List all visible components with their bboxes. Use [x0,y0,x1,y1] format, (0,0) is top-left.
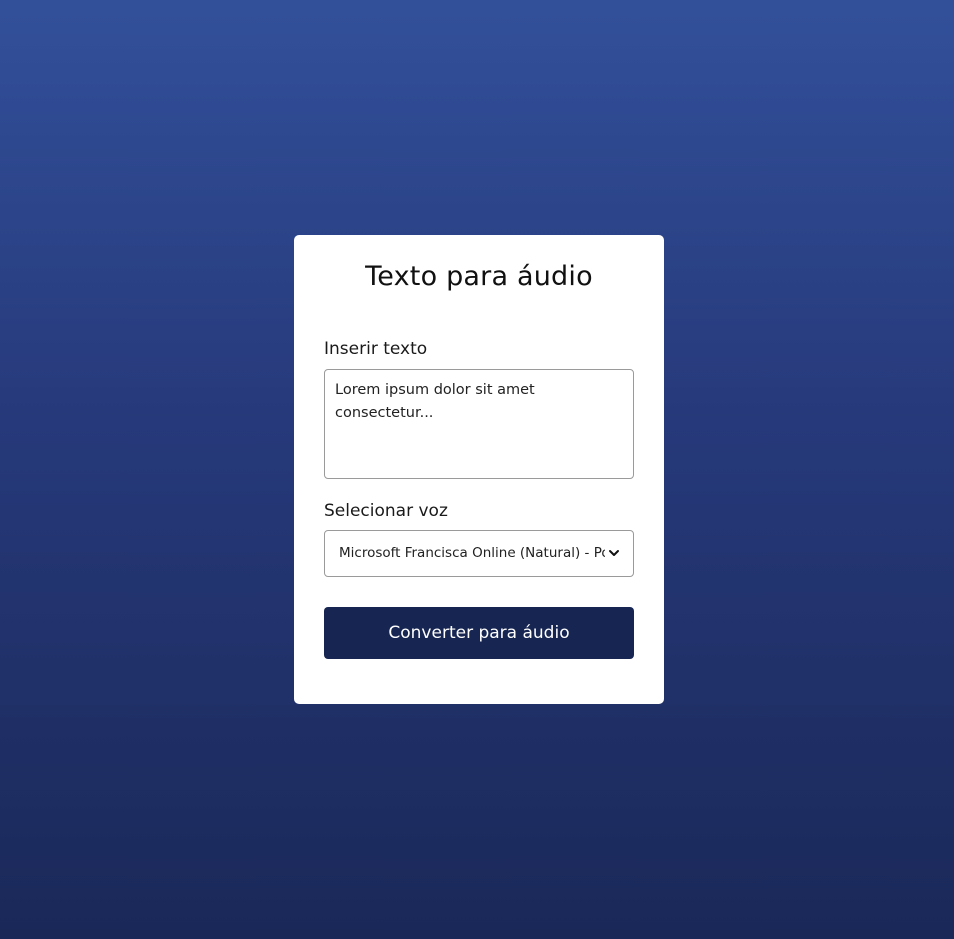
chevron-down-icon [609,550,619,556]
voice-select-value: Microsoft Francisca Online (Natural) - P… [339,545,605,561]
page-title: Texto para áudio [365,261,593,292]
text-input[interactable]: Lorem ipsum dolor sit amet consectetur..… [324,369,634,479]
voice-select[interactable]: Microsoft Francisca Online (Natural) - P… [324,530,634,577]
voice-select-label: Selecionar voz [324,501,448,521]
convert-button[interactable]: Converter para áudio [324,607,634,659]
tts-card: Texto para áudio Inserir texto Lorem ips… [294,235,664,704]
text-input-label: Inserir texto [324,339,428,359]
